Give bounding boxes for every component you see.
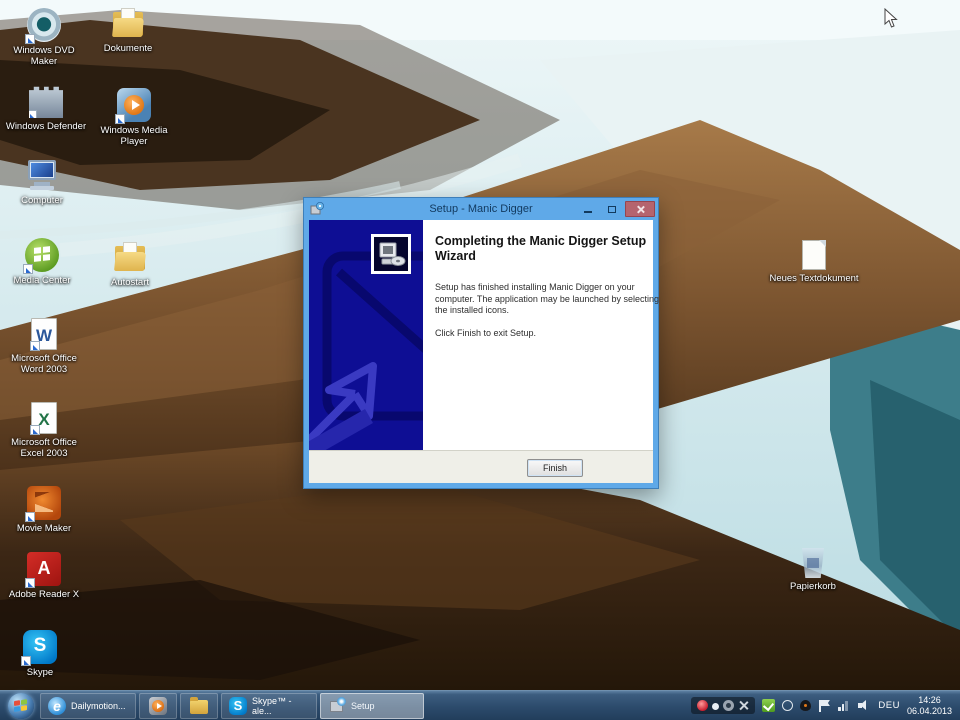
icon-label: Microsoft Office Excel 2003: [11, 437, 77, 459]
taskbar-button-internet-explorer[interactable]: e Dailymotion...: [40, 692, 136, 719]
icon-label: Windows Defender: [5, 121, 87, 132]
clock-time: 14:26: [918, 694, 941, 705]
taskbar-button-explorer[interactable]: [180, 692, 218, 719]
folder-icon: [113, 240, 147, 274]
settings-tray-icon[interactable]: [723, 700, 735, 711]
desktop-icon-documents[interactable]: Dokumente: [86, 6, 170, 54]
start-button[interactable]: [8, 692, 34, 719]
minimize-icon: [584, 211, 592, 213]
desktop-icon-media-center[interactable]: Media Center: [0, 238, 84, 286]
taskbar-button-label: Skype™ - ale...: [252, 695, 292, 716]
icon-label: Windows DVD Maker: [13, 45, 75, 67]
system-tray: DEU 14:26 06.04.2013: [691, 695, 960, 717]
desktop-icon-adobe-reader[interactable]: A Adobe Reader X: [0, 552, 88, 600]
sync-tray-icon[interactable]: [782, 700, 794, 711]
taskbar-button-label: Dailymotion...: [71, 700, 126, 711]
network-icon[interactable]: [838, 700, 851, 711]
desktop-icon-word[interactable]: W Microsoft Office Word 2003: [0, 318, 88, 375]
media-center-icon: [23, 238, 59, 274]
wizard-image-panel: [309, 220, 423, 450]
media-player-icon: [115, 88, 151, 124]
close-tray-icon[interactable]: [738, 700, 749, 711]
taskbar-button-media-player[interactable]: [139, 692, 177, 719]
movie-maker-icon: [25, 486, 61, 522]
desktop-icon-excel[interactable]: X Microsoft Office Excel 2003: [0, 402, 88, 459]
close-button[interactable]: [625, 201, 655, 217]
finish-button[interactable]: Finish: [527, 459, 583, 477]
security-ok-icon[interactable]: [762, 699, 776, 712]
volume-icon[interactable]: [858, 700, 871, 711]
dialog-body: Completing the Manic Digger Setup Wizard…: [309, 220, 659, 483]
recycle-bin-icon: [801, 548, 825, 578]
skype-icon: S: [21, 630, 57, 666]
wizard-heading: Completing the Manic Digger Setup Wizard: [435, 234, 647, 263]
taskbar-button-label: Setup: [351, 700, 375, 711]
wizard-paragraph-2: Click Finish to exit Setup.: [435, 328, 537, 338]
maximize-button[interactable]: [601, 201, 623, 217]
action-center-flag-icon[interactable]: [818, 700, 831, 712]
taskbar-button-skype[interactable]: S Skype™ - ale...: [221, 692, 317, 719]
close-icon: [636, 205, 645, 214]
setup-icon: [328, 696, 346, 715]
installer-icon: [371, 234, 411, 274]
icon-label: Autostart: [110, 277, 150, 288]
icon-label: Media Center: [13, 275, 71, 286]
media-player-icon: [149, 696, 167, 715]
language-indicator[interactable]: DEU: [878, 700, 900, 711]
word-icon: W: [30, 318, 57, 351]
internet-explorer-icon: e: [48, 696, 66, 715]
folder-icon: [111, 6, 145, 40]
taskbar-clock[interactable]: 14:26 06.04.2013: [907, 695, 952, 717]
maximize-icon: [608, 205, 616, 213]
icon-label: Dokumente: [103, 43, 153, 54]
dialog-button-row: Finish: [309, 450, 653, 483]
antivirus-tray-icon[interactable]: [800, 700, 812, 711]
icon-label: Windows Media Player: [100, 125, 168, 147]
desktop-icon-recycle-bin[interactable]: Papierkorb: [772, 548, 854, 592]
status-dot-icon[interactable]: [712, 703, 720, 710]
icon-label: Skype: [26, 667, 54, 678]
desktop-icon-autostart[interactable]: Autostart: [88, 240, 172, 288]
wizard-paragraph-1: Setup has finished installing Manic Digg…: [435, 282, 659, 315]
icon-label: Movie Maker: [16, 523, 72, 534]
desktop-icon-dvd-maker[interactable]: Windows DVD Maker: [2, 8, 86, 67]
skype-icon: S: [229, 696, 247, 715]
text-document-icon: [802, 240, 826, 270]
excel-icon: X: [30, 402, 57, 435]
explorer-folder-icon: [190, 696, 208, 714]
desktop-icon-media-player[interactable]: Windows Media Player: [88, 88, 180, 147]
title-bar[interactable]: Setup - Manic Digger: [304, 198, 658, 220]
desktop-icon-text-document[interactable]: Neues Textdokument: [766, 240, 862, 284]
desktop-icon-movie-maker[interactable]: Movie Maker: [0, 486, 88, 534]
mouse-cursor: [884, 8, 898, 28]
icon-label: Adobe Reader X: [8, 589, 80, 600]
icon-label: Computer: [21, 195, 63, 206]
desktop-icon-computer[interactable]: Computer: [0, 158, 84, 206]
desktop-icon-defender[interactable]: Windows Defender: [0, 84, 92, 132]
setup-app-icon: [310, 202, 324, 215]
windows-logo-icon: [14, 698, 28, 713]
adobe-reader-icon: A: [25, 552, 61, 588]
desktop-icon-skype[interactable]: S Skype: [4, 630, 76, 678]
icon-label: Neues Textdokument: [769, 273, 859, 284]
clock-date: 06.04.2013: [906, 705, 952, 716]
record-status-icon[interactable]: [697, 700, 709, 711]
tray-icon-cluster: [691, 697, 756, 714]
icon-label: Microsoft Office Word 2003: [11, 353, 77, 375]
setup-wizard-window: Setup - Manic Digger Completing the Mani…: [303, 197, 659, 489]
taskbar: e Dailymotion... S Skype™ - ale... Setup…: [0, 690, 960, 720]
minimize-button[interactable]: [577, 201, 599, 217]
computer-icon: [25, 158, 59, 192]
dvd-maker-icon: [25, 8, 61, 44]
icon-label: Papierkorb: [790, 581, 836, 592]
taskbar-button-setup[interactable]: Setup: [320, 692, 424, 719]
castle-icon: [29, 86, 63, 118]
